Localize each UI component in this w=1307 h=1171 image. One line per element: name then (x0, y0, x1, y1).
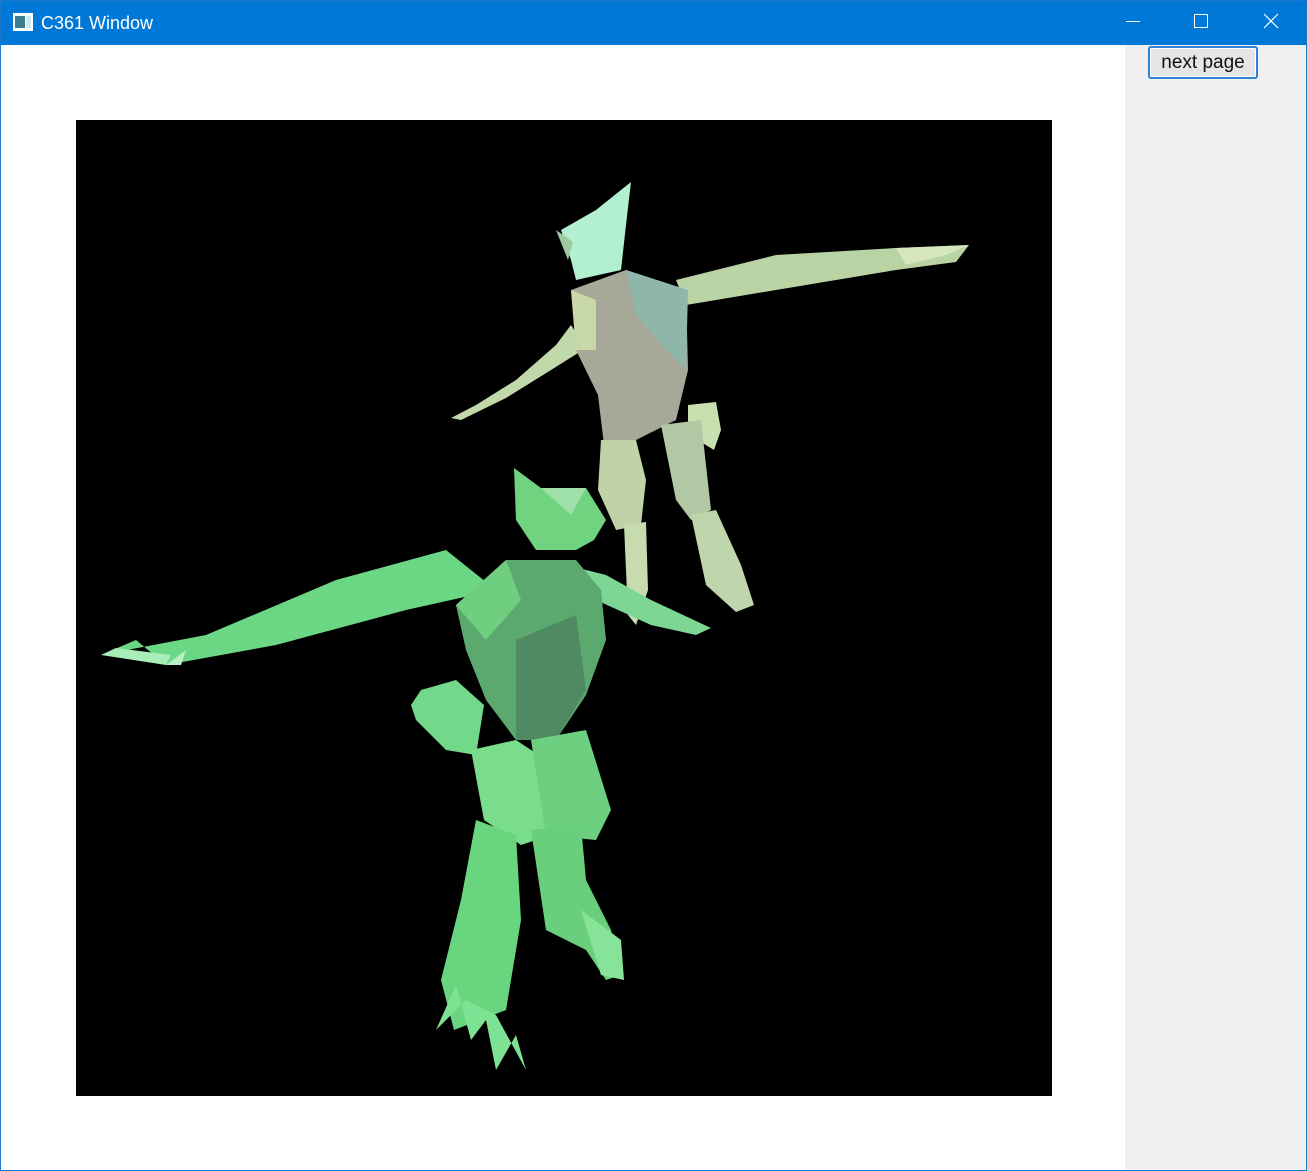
rendered-model-scene (101, 182, 969, 1070)
minimize-icon (1125, 13, 1141, 34)
side-panel: next page (1125, 45, 1306, 1170)
window-title: C361 Window (41, 13, 154, 33)
render-viewport[interactable] (76, 120, 1052, 1096)
title-bar[interactable]: C361 Window (1, 1, 1306, 45)
back-figure (451, 182, 969, 625)
minimize-button[interactable] (1110, 1, 1156, 45)
maximize-icon (1193, 13, 1209, 34)
app-window: C361 Window next page (0, 0, 1307, 1171)
window-app-icon (13, 13, 33, 31)
next-page-button[interactable]: next page (1148, 46, 1258, 79)
close-icon (1262, 12, 1280, 35)
maximize-button[interactable] (1178, 1, 1224, 45)
close-button[interactable] (1248, 1, 1294, 45)
canvas-area (1, 45, 1125, 1170)
front-figure (101, 468, 711, 1070)
